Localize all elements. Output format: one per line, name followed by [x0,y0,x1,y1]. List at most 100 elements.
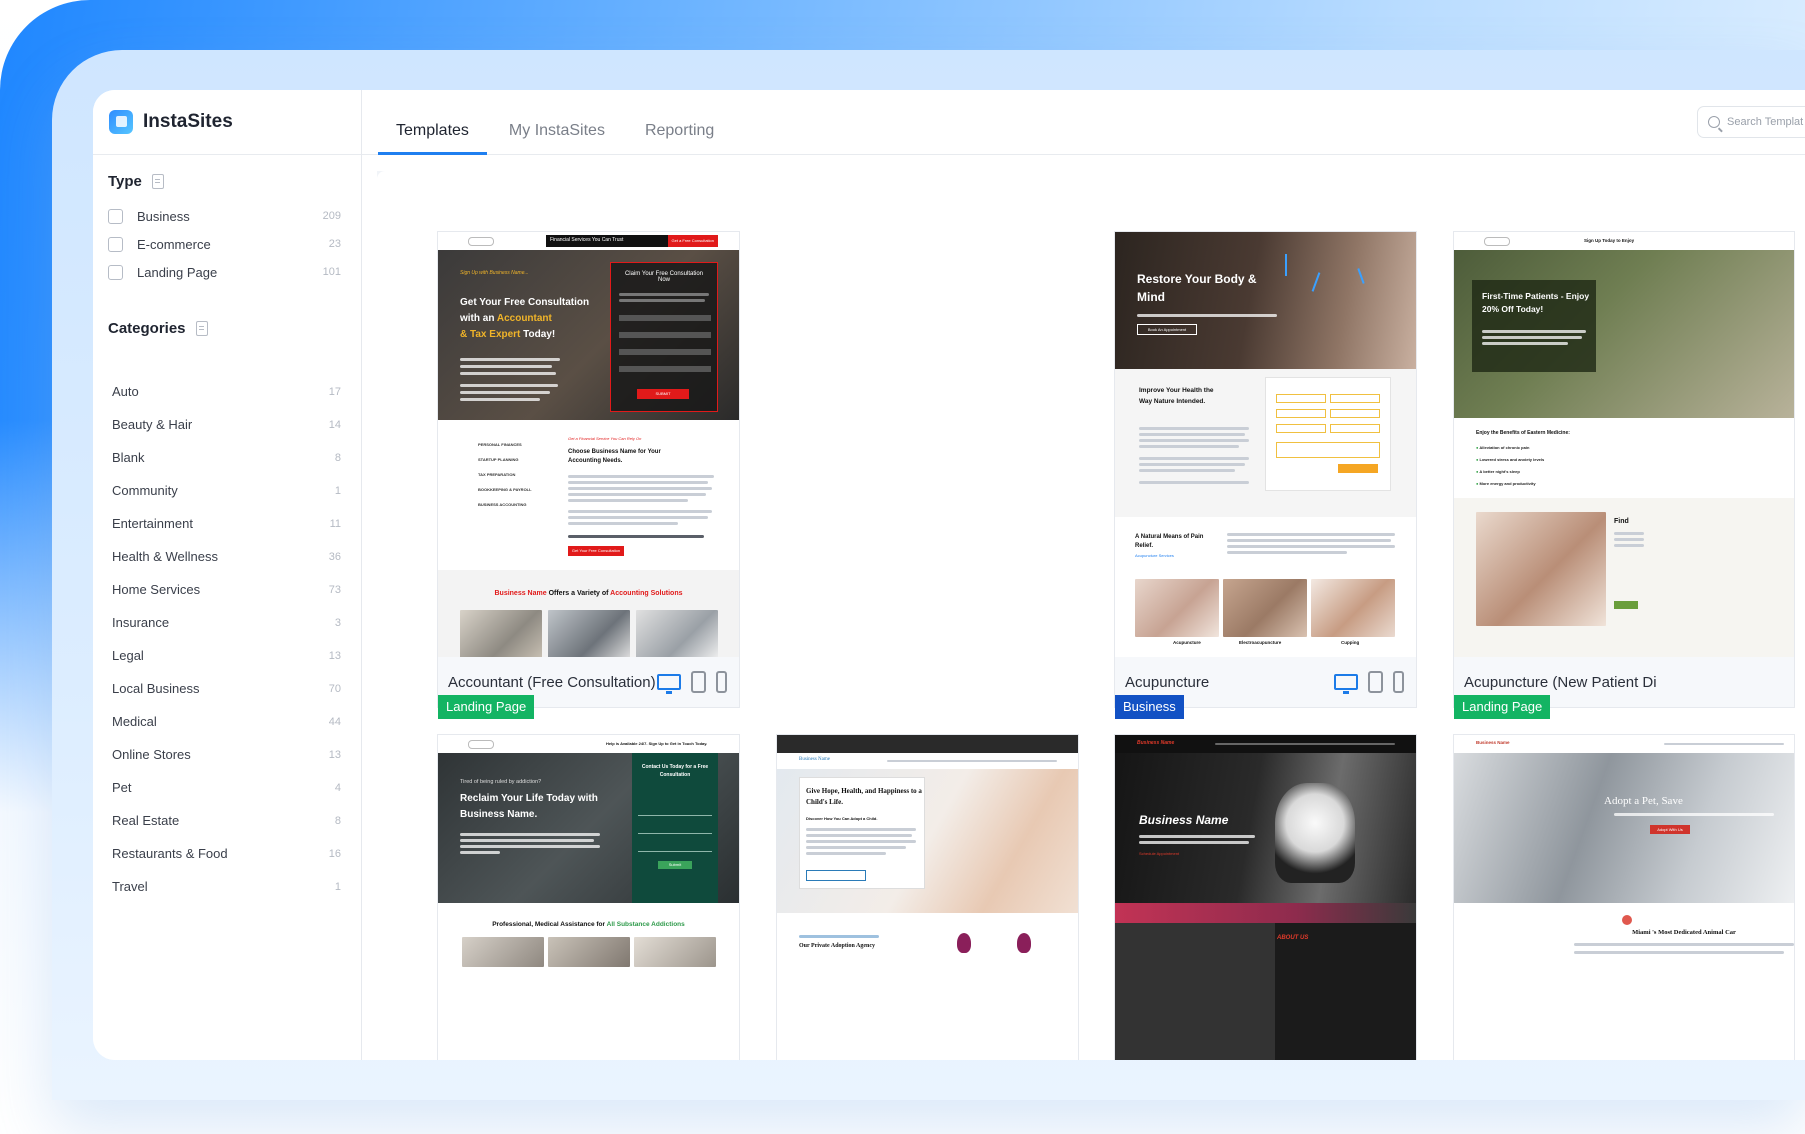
preview-benefit: ● A better night's sleep [1476,469,1520,474]
paw-icon [1622,915,1632,925]
search-icon [1708,116,1720,128]
template-preview[interactable]: Help is Available 24/7. Sign Up to Get i… [438,735,739,1060]
preview-thumb-label: Acupuncture [1173,640,1201,645]
preview-section [1115,923,1275,1060]
search-input[interactable]: Search Templat [1697,106,1805,138]
brand[interactable]: InstaSites [93,90,361,155]
type-filter-landing-page[interactable]: Landing Page 101 [93,258,361,286]
template-card-addiction[interactable]: Help is Available 24/7. Sign Up to Get i… [437,734,740,1060]
category-label: Travel [112,879,148,894]
template-card-martial-arts[interactable]: Business Name Business Name Schedule App… [1114,734,1417,1060]
category-blank[interactable]: Blank 8 [93,441,361,474]
preview-hero: Sign Up with Business Name... Get Your F… [438,250,739,420]
category-count: 13 [328,649,341,662]
preview-headline: Give Hope, Health, and Happiness to a Ch… [806,787,922,806]
tablet-icon[interactable] [1368,671,1383,693]
category-entertainment[interactable]: Entertainment 11 [93,507,361,540]
preview-button: Book An Appointment [1137,324,1197,335]
template-name: Accountant (Free Consultation) [448,673,656,691]
template-card-acupuncture[interactable]: Restore Your Body & Mind Book An Appoint… [1114,231,1417,719]
preview-service: BUSINESS ACCOUNTING [478,502,527,507]
preview-offers-pre: Business Name [494,590,547,597]
type-filter-list: Business 209 E-commerce 23 Landing Page … [93,202,361,286]
preview-section: Miami 's Most Dedicated Animal Car [1454,903,1794,1060]
preview-hero-card: First-Time Patients - Enjoy 20% Off Toda… [1472,280,1596,372]
preview-benefit: ● More energy and productivity [1476,481,1536,486]
category-beauty-hair[interactable]: Beauty & Hair 14 [93,408,361,441]
preview-hero: Restore Your Body & Mind Book An Appoint… [1115,232,1416,369]
preview-header: Sign Up Today to Enjoy [1454,232,1794,251]
template-preview[interactable]: Business Name Give Hope, Health, and Hap… [777,735,1078,1060]
category-insurance[interactable]: Insurance 3 [93,606,361,639]
checkbox[interactable] [108,236,123,252]
tablet-icon[interactable] [691,671,706,693]
desktop-icon[interactable] [1334,674,1358,694]
preview-about: ABOUT US [1275,923,1416,1060]
template-gallery-panel: Financial Services You Can Trust Get a F… [377,171,1805,1060]
preview-benefits-list: ● Alleviation of chronic pain ● Lowered … [1476,442,1544,490]
preview-offers-mid: Offers a Variety of [546,590,611,597]
preview-service: PERSONAL FINANCES [478,442,522,447]
preview-topbar: Financial Services You Can Trust Get a F… [546,235,718,247]
preview-form: Contact Us Today for a Free Consultation… [632,753,718,903]
template-card-acupuncture-new-patient[interactable]: Sign Up Today to Enjoy First-Time Patien… [1453,231,1795,719]
category-label: Health & Wellness [112,549,218,564]
document-icon[interactable] [151,174,164,189]
checkbox[interactable] [108,264,123,280]
tab-reporting[interactable]: Reporting [627,122,732,154]
category-count: 1 [334,484,341,497]
category-real-estate[interactable]: Real Estate 8 [93,804,361,837]
mobile-icon[interactable] [1393,671,1404,693]
template-preview[interactable]: Restore Your Body & Mind Book An Appoint… [1115,232,1416,657]
preview-headline: Restore Your Body & Mind [1137,272,1257,304]
tab-my-instasites[interactable]: My InstaSites [491,122,623,154]
category-home-services[interactable]: Home Services 73 [93,573,361,606]
preview-services: A Natural Means of Pain Relief. Acupunct… [1115,517,1416,657]
preview-means-title: A Natural Means of Pain Relief. [1135,534,1204,549]
preview-headline: Get Your Free Consultation with an Accou… [460,295,610,343]
type-filter-ecommerce[interactable]: E-commerce 23 [93,230,361,258]
preview-topbar-text: Financial Services You Can Trust [550,237,624,243]
template-card-accountant[interactable]: Financial Services You Can Trust Get a F… [437,231,740,719]
preview-headline: Adopt a Pet, Save [1604,795,1683,807]
checkbox[interactable] [108,208,123,224]
preview-headline-4: Today! [520,329,556,340]
category-pet[interactable]: Pet 4 [93,771,361,804]
template-preview[interactable]: Sign Up Today to Enjoy First-Time Patien… [1454,232,1794,657]
type-count: 23 [328,238,341,250]
document-icon[interactable] [195,321,208,336]
category-travel[interactable]: Travel 1 [93,870,361,903]
preview-header: Help is Available 24/7. Sign Up to Get i… [438,735,739,754]
category-count: 44 [328,715,341,728]
category-medical[interactable]: Medical 44 [93,705,361,738]
category-online-stores[interactable]: Online Stores 13 [93,738,361,771]
type-filter-business[interactable]: Business 209 [93,202,361,230]
category-count: 11 [329,517,341,530]
category-count: 14 [328,418,341,431]
template-card-adoption[interactable]: Business Name Give Hope, Health, and Hap… [776,734,1079,1060]
category-auto[interactable]: Auto 17 [93,375,361,408]
tab-templates[interactable]: Templates [378,122,487,155]
template-preview[interactable]: Business Name Business Name Schedule App… [1115,735,1416,1060]
category-community[interactable]: Community 1 [93,474,361,507]
category-label: Insurance [112,615,170,630]
category-legal[interactable]: Legal 13 [93,639,361,672]
preview-about-title: ABOUT US [1277,935,1309,941]
mobile-icon[interactable] [716,671,727,693]
preview-headline: Reclaim Your Life Today with Business Na… [460,793,598,820]
template-preview[interactable]: Financial Services You Can Trust Get a F… [438,232,739,657]
template-gallery: Financial Services You Can Trust Get a F… [377,171,1805,1060]
category-restaurants-food[interactable]: Restaurants & Food 16 [93,837,361,870]
template-preview[interactable]: Business Name Adopt a Pet, Save Adopt Wi… [1454,735,1794,1060]
category-local-business[interactable]: Local Business 70 [93,672,361,705]
preview-hero: Adopt a Pet, Save Adopt With Us [1454,753,1794,903]
desktop-icon[interactable] [657,674,681,694]
preview-service-eyebrow: Get a Financial Service You Can Rely On [568,436,642,441]
preview-topbar-text: Help is Available 24/7. Sign Up to Get i… [606,741,708,746]
preview-benefit-text: More energy and productivity [1479,481,1536,486]
category-health-wellness[interactable]: Health & Wellness 36 [93,540,361,573]
preview-link: Schedule Appointment [1139,851,1180,856]
template-card-pet-adoption[interactable]: Business Name Adopt a Pet, Save Adopt Wi… [1453,734,1795,1060]
category-count: 4 [334,781,341,794]
preview-service: TAX PREPARATION [478,472,516,477]
